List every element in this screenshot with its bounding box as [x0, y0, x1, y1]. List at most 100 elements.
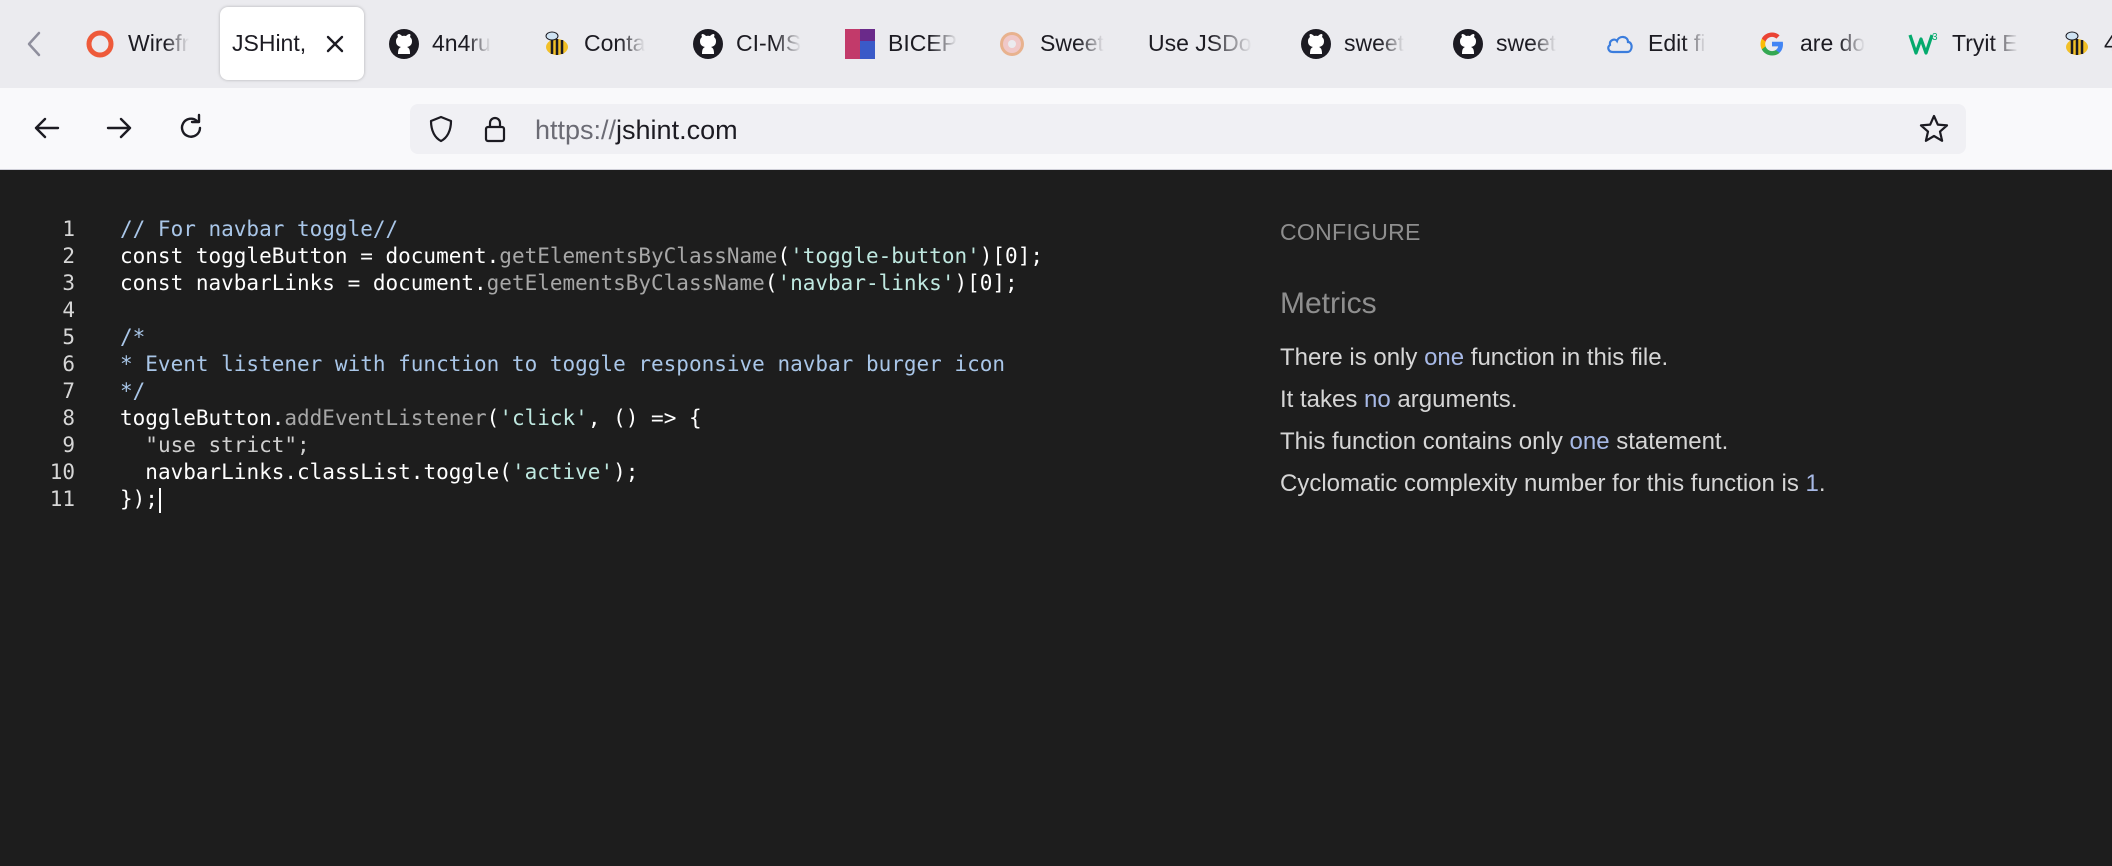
code-line: 1 // For navbar toggle// [0, 216, 1200, 243]
github-icon [1300, 28, 1332, 60]
github-icon [388, 28, 420, 60]
bookmark-star-icon[interactable] [1918, 113, 1950, 145]
close-icon [326, 35, 344, 53]
code-text: ); [613, 460, 639, 484]
metric-text: statement. [1609, 428, 1729, 455]
tab-label: CI-MS [736, 30, 802, 56]
code-line: 10 navbarLinks.classList.toggle('active'… [0, 459, 1200, 486]
code-method: getElementsByClassName [499, 244, 778, 268]
line-number: 6 [62, 352, 75, 376]
arrow-left-icon [34, 117, 60, 139]
code-line: 4 [0, 297, 1200, 324]
code-text: ( [486, 406, 500, 430]
code-text: toggleButton = document. [183, 244, 500, 268]
code-line: 2 const toggleButton = document.getEleme… [0, 243, 1200, 270]
metric-value: no [1364, 386, 1391, 413]
google-g-icon [1756, 28, 1788, 60]
line-number: 11 [49, 487, 75, 511]
tab-github-sweet-2[interactable]: sweet [1440, 7, 1568, 80]
metric-statements: This function contains only one statemen… [1280, 428, 1728, 456]
url-text[interactable]: https://jshint.com [535, 115, 738, 146]
bee-icon [2060, 28, 2092, 60]
tab-label: Conta [584, 30, 646, 56]
line-number: 10 [49, 460, 75, 484]
tab-label: sweet [1496, 30, 1557, 56]
code-string: 'active' [511, 460, 614, 484]
tab-use-jsdoc[interactable]: Use JSDo [1136, 7, 1264, 80]
tab-label: are do [1800, 30, 1866, 56]
code-text: )[0]; [954, 271, 1018, 295]
code-line: 5 /* [0, 324, 1200, 351]
metric-function-count: There is only one function in this file. [1280, 344, 1668, 372]
address-bar[interactable]: https://jshint.com [410, 104, 1966, 154]
line-number: 4 [62, 298, 75, 322]
url-scheme: https:// [535, 115, 617, 145]
code-line: 7 */ [0, 378, 1200, 405]
code-line: 11 }); [0, 486, 1200, 513]
tab-sweet[interactable]: Sweet [984, 7, 1112, 80]
line-number: 1 [62, 217, 75, 241]
lock-icon[interactable] [480, 114, 510, 144]
svg-text:3: 3 [1932, 32, 1938, 43]
tab-bicep[interactable]: BICEP [832, 7, 960, 80]
reload-icon [180, 113, 202, 138]
url-host: jshint.com [616, 115, 738, 145]
tab-label: Use JSDo [1148, 30, 1252, 56]
tab-edit-file[interactable]: Edit fi [1592, 7, 1720, 80]
code-string: 'navbar-links' [777, 271, 955, 295]
code-line: 9 "use strict"; [0, 432, 1200, 459]
code-keyword: const [120, 271, 184, 295]
tab-overflow[interactable]: 4 [2048, 7, 2112, 80]
metric-text: It takes [1280, 386, 1365, 413]
tab-jshint[interactable]: JSHint, [220, 7, 364, 80]
line-number: 5 [62, 325, 75, 349]
metric-text: There is only [1280, 344, 1425, 371]
metric-text: . [1818, 470, 1826, 497]
code-text: ( [777, 244, 791, 268]
tab-contact[interactable]: Conta [528, 7, 656, 80]
line-number: 2 [62, 244, 75, 268]
code-text: navbarLinks = document. [183, 271, 487, 295]
back-button[interactable] [24, 105, 70, 151]
shield-icon[interactable] [426, 114, 456, 144]
metric-text: function in this file. [1464, 344, 1669, 371]
code-editor[interactable]: 1 // For navbar toggle// 2 const toggleB… [0, 216, 1200, 513]
metric-value: 1 [1805, 470, 1819, 497]
code-method: addEventListener [284, 406, 487, 430]
navigation-toolbar: https://jshint.com [0, 88, 2112, 170]
tab-tryit-editor[interactable]: 3 Tryit E [1896, 7, 2024, 80]
tab-google-search[interactable]: are do [1744, 7, 1872, 80]
tab-wireframe[interactable]: Wirefr [72, 7, 200, 80]
tab-strip: Wirefr JSHint, 4n4ru Conta CI-MS BICEP S… [0, 0, 2112, 88]
tab-label: 4n4ru [432, 30, 491, 56]
line-number: 7 [62, 379, 75, 403]
line-number: 3 [62, 271, 75, 295]
donut-icon [996, 28, 1028, 60]
close-tab-button[interactable] [320, 29, 350, 59]
configure-link[interactable]: CONFIGURE [1280, 219, 1421, 246]
metric-text: This function contains only [1280, 428, 1570, 455]
forward-button[interactable] [96, 105, 142, 151]
code-text: }); [120, 487, 158, 511]
code-keyword: const [120, 244, 184, 268]
tab-label: Edit fi [1648, 30, 1706, 56]
metric-arguments: It takes no arguments. [1280, 386, 1517, 414]
tab-github-ci-ms[interactable]: CI-MS [680, 7, 808, 80]
tab-github-sweet-1[interactable]: sweet [1288, 7, 1416, 80]
jshint-page: 1 // For navbar toggle// 2 const toggleB… [0, 171, 2112, 866]
line-number: 9 [62, 433, 75, 457]
metrics-heading: Metrics [1280, 287, 1377, 320]
w3schools-icon: 3 [1908, 28, 1940, 60]
tab-scroll-left-button[interactable] [14, 24, 54, 64]
code-string: 'click' [499, 406, 588, 430]
code-string: 'toggle-button' [790, 244, 980, 268]
tab-github-4n4ru[interactable]: 4n4ru [376, 7, 504, 80]
code-comment: // For navbar toggle// [120, 217, 399, 241]
code-method: getElementsByClassName [486, 271, 765, 295]
code-text: navbarLinks.classList.toggle( [145, 460, 512, 484]
metric-text: arguments. [1390, 386, 1518, 413]
reload-button[interactable] [168, 105, 214, 151]
text-cursor [158, 487, 161, 513]
code-directive: "use strict"; [145, 433, 310, 457]
